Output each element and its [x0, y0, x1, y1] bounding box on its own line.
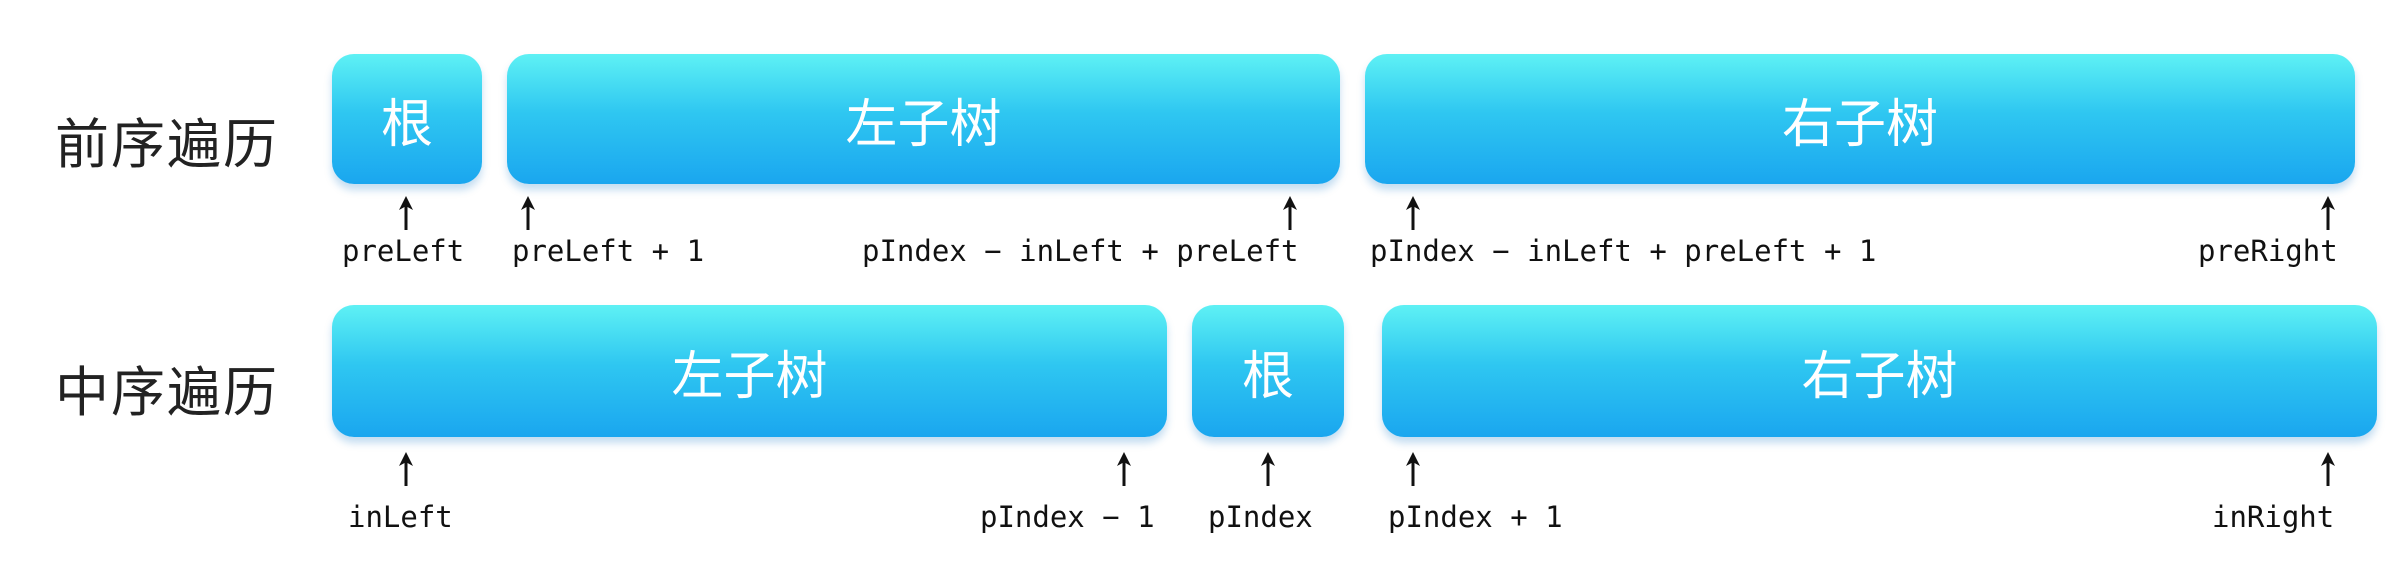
up-arrow-icon [1282, 196, 1298, 230]
up-arrow-icon [1405, 452, 1421, 486]
inorder-root-box: 根 [1192, 305, 1344, 437]
preorder-left-subtree-box: 左子树 [507, 54, 1340, 184]
index-left-subtree-end: pIndex − inLeft + preLeft [862, 234, 1299, 268]
index-in-left: inLeft [348, 500, 453, 534]
preorder-root-box: 根 [332, 54, 482, 184]
index-in-right: inRight [2212, 500, 2335, 534]
index-pindex: pIndex [1208, 500, 1313, 534]
preorder-label: 前序遍历 [55, 113, 279, 176]
inorder-right-subtree-box: 右子树 [1382, 305, 2377, 437]
up-arrow-icon [398, 452, 414, 486]
preorder-right-subtree-box: 右子树 [1365, 54, 2355, 184]
index-pre-left-plus-1: preLeft + 1 [512, 234, 705, 268]
up-arrow-icon [1116, 452, 1132, 486]
up-arrow-icon [1260, 452, 1276, 486]
up-arrow-icon [1405, 196, 1421, 230]
up-arrow-icon [398, 196, 414, 230]
inorder-label: 中序遍历 [55, 361, 279, 424]
index-pre-left: preLeft [342, 234, 465, 268]
index-pindex-minus-1: pIndex − 1 [980, 500, 1155, 534]
up-arrow-icon [2320, 452, 2336, 486]
index-right-subtree-start: pIndex − inLeft + preLeft + 1 [1370, 234, 1877, 268]
index-pre-right: preRight [2198, 234, 2338, 268]
up-arrow-icon [520, 196, 536, 230]
index-pindex-plus-1: pIndex + 1 [1388, 500, 1563, 534]
up-arrow-icon [2320, 196, 2336, 230]
inorder-left-subtree-box: 左子树 [332, 305, 1167, 437]
